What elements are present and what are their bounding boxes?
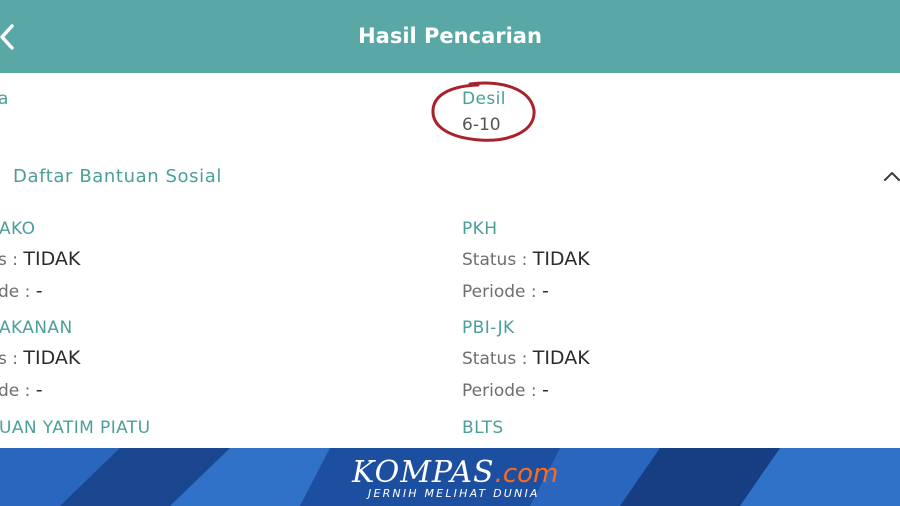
brand-text: KOMPAS — [352, 455, 495, 490]
status-label: s : — [0, 250, 18, 270]
program-name: PBI-JK — [462, 318, 515, 338]
section-title: Daftar Bantuan Sosial — [13, 166, 222, 187]
annotation-circle — [431, 81, 536, 142]
program-name: PKH — [462, 219, 498, 239]
program-status: Status : TIDAK — [462, 347, 590, 369]
program-status: s : TIDAK — [0, 347, 80, 369]
program-name: BLTS — [462, 418, 504, 438]
program-name: AKANAN — [0, 318, 73, 338]
periode-value: - — [542, 280, 549, 302]
app-header: Hasil Pencarian — [0, 0, 900, 73]
collapse-toggle[interactable] — [880, 165, 900, 187]
chevron-up-icon — [884, 172, 900, 181]
chevron-left-icon — [0, 24, 14, 50]
status-label: Status : — [462, 250, 528, 270]
program-status: s : TIDAK — [0, 248, 80, 270]
periode-value: - — [35, 379, 43, 401]
brand-suffix: .com — [494, 459, 559, 489]
periode-label: de : — [0, 282, 31, 302]
program-periode: Periode : - — [462, 379, 549, 401]
program-periode: de : - — [0, 379, 43, 401]
status-value: TIDAK — [23, 248, 81, 270]
periode-label: de : — [0, 381, 31, 401]
program-periode: de : - — [0, 280, 43, 302]
status-value: TIDAK — [532, 248, 590, 270]
status-label: Status : — [462, 349, 528, 369]
periode-value: - — [35, 280, 43, 302]
status-label: s : — [0, 349, 18, 369]
brand-tagline: JERNIH MELIHAT DUNIA — [368, 487, 540, 500]
back-button[interactable] — [0, 20, 22, 54]
periode-value: - — [542, 379, 549, 401]
periode-label: Periode : — [462, 282, 537, 302]
kompas-logo: KOMPAS.com — [352, 455, 558, 490]
program-periode: Periode : - — [462, 280, 549, 302]
program-name: AKO — [0, 219, 36, 239]
program-name: UAN YATIM PIATU — [0, 418, 151, 438]
summary-left-label: a — [0, 89, 9, 109]
status-value: TIDAK — [23, 347, 81, 369]
program-status: Status : TIDAK — [462, 248, 590, 270]
status-value: TIDAK — [532, 347, 590, 369]
page-title: Hasil Pencarian — [358, 24, 542, 48]
periode-label: Periode : — [462, 381, 537, 401]
